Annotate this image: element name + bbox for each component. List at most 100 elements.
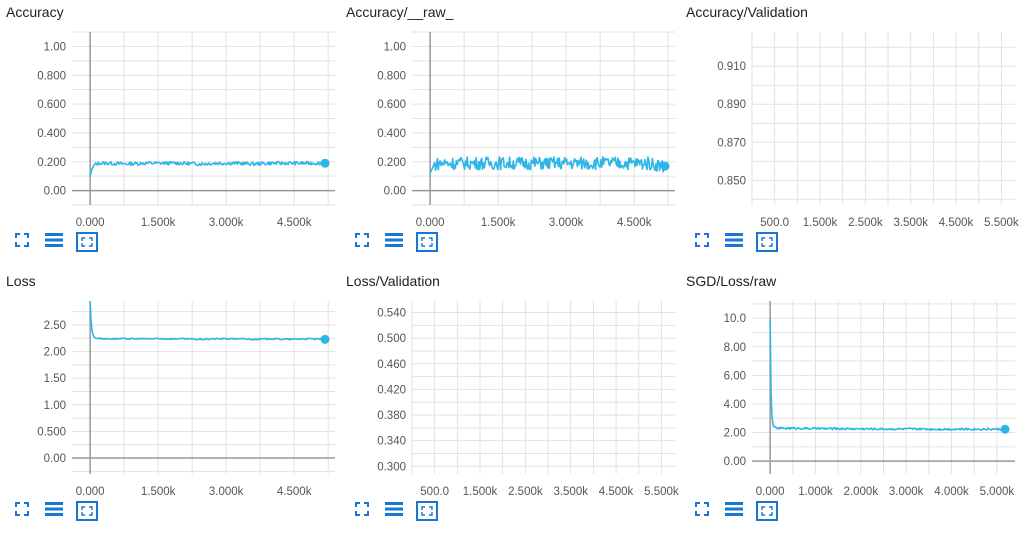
x-tick-label: 4.500k: [939, 217, 974, 229]
fullscreen-icon[interactable]: [354, 501, 370, 517]
y-tick-label: 0.00: [44, 186, 66, 198]
y-tick-label: 6.00: [724, 370, 746, 382]
fullscreen-icon[interactable]: [694, 501, 710, 517]
series-end-marker: [660, 161, 670, 171]
data-table-icon[interactable]: [44, 501, 64, 517]
series-line: [769, 318, 1006, 431]
fit-domain-icon[interactable]: [416, 501, 438, 521]
y-tick-label: 0.460: [377, 359, 406, 371]
series-line: [89, 160, 326, 177]
series-end-marker: [320, 334, 330, 344]
x-tick-label: 4.500k: [599, 486, 634, 498]
fullscreen-icon[interactable]: [14, 501, 30, 517]
x-tick-label: 1.500k: [463, 486, 498, 498]
y-tick-label: 8.00: [724, 342, 746, 354]
y-tick-label: 4.00: [724, 399, 746, 411]
fullscreen-icon[interactable]: [14, 232, 30, 248]
fit-domain-icon[interactable]: [76, 232, 98, 252]
fit-domain-icon[interactable]: [756, 232, 778, 252]
y-tick-label: 0.400: [377, 128, 406, 140]
data-table-icon[interactable]: [384, 232, 404, 248]
y-tick-label: 0.500: [377, 333, 406, 345]
fit-domain-icon[interactable]: [756, 501, 778, 521]
x-tick-label: 500.0: [760, 217, 789, 229]
chart-plot-loss[interactable]: 0.00 0.500 1.00 1.50 2.00 2.50 0.000 1.500k 3.00…: [0, 269, 340, 501]
y-tick-label: 0.600: [377, 99, 406, 111]
y-tick-label: 0.800: [377, 70, 406, 82]
series-end-marker: [1000, 424, 1010, 434]
y-tick-label: 2.50: [44, 320, 66, 332]
x-tick-label: 3.000k: [889, 486, 924, 498]
fullscreen-icon[interactable]: [354, 232, 370, 248]
y-tick-label: 0.850: [717, 175, 746, 187]
y-tick-label: 0.00: [44, 453, 66, 465]
fullscreen-icon[interactable]: [694, 232, 710, 248]
x-tick-label: 3.500k: [893, 217, 928, 229]
x-tick-label: 0.000: [756, 486, 785, 498]
y-tick-label: 0.870: [717, 137, 746, 149]
chart-plot-accuracy-validation[interactable]: 0.850 0.870 0.890 0.910 500.0 1.500k 2.500k 3.5…: [680, 0, 1020, 232]
chart-card-accuracy: Accuracy 0.00 0.200 0.400 0.600 0.800 1.00 0.0…: [0, 0, 340, 265]
data-table-icon[interactable]: [724, 232, 744, 248]
y-tick-label: 0.380: [377, 410, 406, 422]
data-table-icon[interactable]: [724, 501, 744, 517]
y-tick-label: 0.540: [377, 308, 406, 320]
series-end-marker: [320, 158, 330, 168]
y-tick-label: 10.0: [724, 313, 746, 325]
x-tick-label: 0.000: [76, 217, 105, 229]
y-tick-label: 0.00: [724, 456, 746, 468]
x-tick-label: 5.500k: [644, 486, 679, 498]
chart-card-loss-validation: Loss/Validation 0.300 0.340 0.380 0.420 0.46…: [340, 269, 680, 534]
x-tick-label: 1.500k: [141, 217, 176, 229]
x-tick-label: 5.500k: [984, 217, 1019, 229]
x-tick-label: 3.500k: [553, 486, 588, 498]
x-tick-label: 4.500k: [277, 486, 312, 498]
fit-domain-icon[interactable]: [76, 501, 98, 521]
chart-plot-sgd-loss-raw[interactable]: 0.00 2.00 4.00 6.00 8.00 10.0 0.000 1.000k 2.000…: [680, 269, 1020, 501]
x-tick-label: 2.500k: [848, 217, 883, 229]
y-tick-label: 2.00: [724, 428, 746, 440]
chart-plot-accuracy-raw[interactable]: 0.00 0.200 0.400 0.600 0.800 1.00 0.000 1.500k 3…: [340, 0, 680, 232]
x-tick-label: 1.500k: [481, 217, 516, 229]
y-tick-label: 0.400: [37, 128, 66, 140]
y-tick-label: 0.800: [37, 70, 66, 82]
data-table-icon[interactable]: [384, 501, 404, 517]
x-tick-label: 1.500k: [803, 217, 838, 229]
x-tick-label: 3.000k: [209, 486, 244, 498]
x-tick-label: 500.0: [420, 486, 449, 498]
y-tick-label: 0.890: [717, 99, 746, 111]
x-tick-label: 3.000k: [209, 217, 244, 229]
chart-plot-loss-validation[interactable]: 0.300 0.340 0.380 0.420 0.460 0.500 0.540 500.0…: [340, 269, 680, 501]
x-tick-label: 0.000: [76, 486, 105, 498]
y-tick-label: 2.00: [44, 347, 66, 359]
data-table-icon[interactable]: [44, 232, 64, 248]
x-tick-label: 5.000k: [980, 486, 1015, 498]
chart-card-accuracy-validation: Accuracy/Validation 0.850 0.870 0.890 0.910…: [680, 0, 1020, 265]
y-tick-label: 0.300: [377, 461, 406, 473]
y-tick-label: 1.00: [384, 41, 406, 53]
y-tick-label: 0.420: [377, 384, 406, 396]
chart-card-sgd-loss-raw: SGD/Loss/raw 0.00 2.00 4.00 6.00 8.00 10.0 0.0…: [680, 269, 1020, 534]
y-tick-label: 1.00: [44, 41, 66, 53]
y-tick-label: 0.600: [37, 99, 66, 111]
x-tick-label: 2.000k: [844, 486, 879, 498]
y-tick-label: 0.200: [377, 157, 406, 169]
y-tick-label: 0.340: [377, 436, 406, 448]
fit-domain-icon[interactable]: [416, 232, 438, 252]
x-tick-label: 2.500k: [508, 486, 543, 498]
x-tick-label: 3.000k: [549, 217, 584, 229]
chart-card-accuracy-raw: Accuracy/__raw_ 0.00 0.200 0.400 0.600 0.800…: [340, 0, 680, 265]
y-tick-label: 0.00: [384, 186, 406, 198]
x-tick-label: 4.500k: [617, 217, 652, 229]
chart-card-loss: Loss 0.00 0.500 1.00 1.50 2.00 2.50 0.000 1.500…: [0, 269, 340, 534]
series-line: [429, 156, 666, 174]
series-line: [89, 300, 326, 341]
x-tick-label: 4.000k: [934, 486, 969, 498]
y-tick-label: 0.200: [37, 157, 66, 169]
y-tick-label: 0.500: [37, 426, 66, 438]
x-tick-label: 4.500k: [277, 217, 312, 229]
y-tick-label: 1.50: [44, 373, 66, 385]
x-tick-label: 1.500k: [141, 486, 176, 498]
chart-plot-accuracy[interactable]: 0.00 0.200 0.400 0.600 0.800 1.00 0.000 1.500k 3…: [0, 0, 340, 232]
y-tick-label: 1.00: [44, 400, 66, 412]
